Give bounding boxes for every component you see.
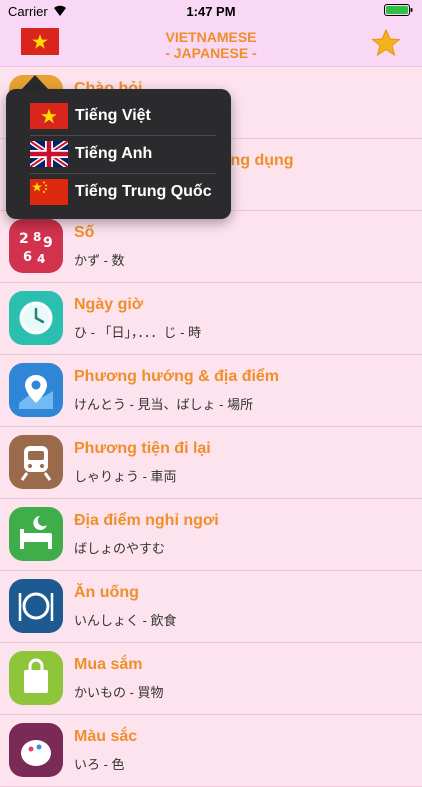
map-pin-icon <box>9 363 63 417</box>
status-bar: Carrier 1:47 PM <box>0 0 422 22</box>
list-item-subtitle: けんとう - 見当、ばしょ - 場所 <box>74 397 254 412</box>
list-item-title: Ngày giờ <box>74 296 144 313</box>
china-flag-icon <box>30 179 68 205</box>
language-option-label: Tiếng Việt <box>75 107 151 124</box>
list-item[interactable]: Màu sắc いろ - 色 <box>0 715 422 787</box>
list-item-title: Mua sắm <box>74 656 143 673</box>
language-select-button[interactable] <box>21 28 59 55</box>
svg-text:4: 4 <box>37 252 45 266</box>
shopping-bag-icon <box>9 651 63 705</box>
dining-icon <box>9 579 63 633</box>
star-icon <box>371 28 401 57</box>
svg-text:2: 2 <box>19 231 29 247</box>
language-option-label: Tiếng Trung Quốc <box>75 183 212 200</box>
list-item-subtitle: ばしょのやすむ <box>74 541 166 556</box>
language-popover: Tiếng Việt Tiếng Anh Tiếng Trung Quốc <box>6 89 231 219</box>
list-item[interactable]: Phương tiện đi lại しゃりょう - 車両 <box>0 427 422 499</box>
vietnam-flag-icon <box>30 103 68 129</box>
numbers-icon: 2 8 9 6 4 <box>9 219 63 273</box>
svg-text:9: 9 <box>43 235 53 251</box>
list-item-title: Phương tiện đi lại <box>74 440 211 457</box>
list-item[interactable]: Ngày giờ ひ - 「日」，．．．じ - 時 <box>0 283 422 355</box>
vietnam-flag-icon <box>21 28 59 55</box>
palette-icon <box>9 723 63 777</box>
language-option-chinese[interactable]: Tiếng Trung Quốc <box>30 174 216 210</box>
list-item-subtitle: しゃりょう - 車両 <box>74 469 177 484</box>
list-item[interactable]: Mua sắm かいもの - 買物 <box>0 643 422 715</box>
list-item-subtitle: いんしょく - 飲食 <box>74 613 177 628</box>
popover-arrow <box>21 75 49 90</box>
navigation-bar: VIETNAMESE - JAPANESE - <box>0 22 422 67</box>
list-item-title: Số <box>74 224 95 241</box>
battery-icon <box>384 4 414 16</box>
list-item[interactable]: Phương hướng & địa điểm けんとう - 見当、ばしょ - … <box>0 355 422 427</box>
language-option-english[interactable]: Tiếng Anh <box>30 136 216 172</box>
language-option-label: Tiếng Anh <box>75 145 153 162</box>
list-item-title: Địa điểm nghỉ ngơi <box>74 512 219 529</box>
uk-flag-icon <box>30 141 68 167</box>
clock-icon <box>9 291 63 345</box>
list-item-subtitle: いろ - 色 <box>74 757 125 772</box>
bed-icon <box>9 507 63 561</box>
list-item-subtitle: かず - 数 <box>74 253 125 268</box>
train-icon <box>9 435 63 489</box>
list-item[interactable]: 2 8 9 6 4 Số かず - 数 <box>0 211 422 283</box>
list-item[interactable]: Ăn uống いんしょく - 飲食 <box>0 571 422 643</box>
page-title: VIETNAMESE - JAPANESE - <box>120 29 302 61</box>
list-item-title: Phương hướng & địa điểm <box>74 368 280 385</box>
svg-text:8: 8 <box>33 230 41 244</box>
favorites-star-button[interactable] <box>371 28 401 58</box>
language-option-vietnamese[interactable]: Tiếng Việt <box>30 98 216 134</box>
status-time: 1:47 PM <box>186 4 236 19</box>
list-item-subtitle: ひ - 「日」，．．．じ - 時 <box>74 325 202 340</box>
title-line-2: - JAPANESE - <box>165 45 257 61</box>
list-item-title: Màu sắc <box>74 728 138 745</box>
list-item[interactable]: Địa điểm nghỉ ngơi ばしょのやすむ <box>0 499 422 571</box>
title-line-1: VIETNAMESE <box>165 29 257 45</box>
list-item-subtitle: かいもの - 買物 <box>74 685 164 700</box>
svg-text:6: 6 <box>23 250 32 265</box>
list-item-title: Ăn uống <box>74 584 139 601</box>
